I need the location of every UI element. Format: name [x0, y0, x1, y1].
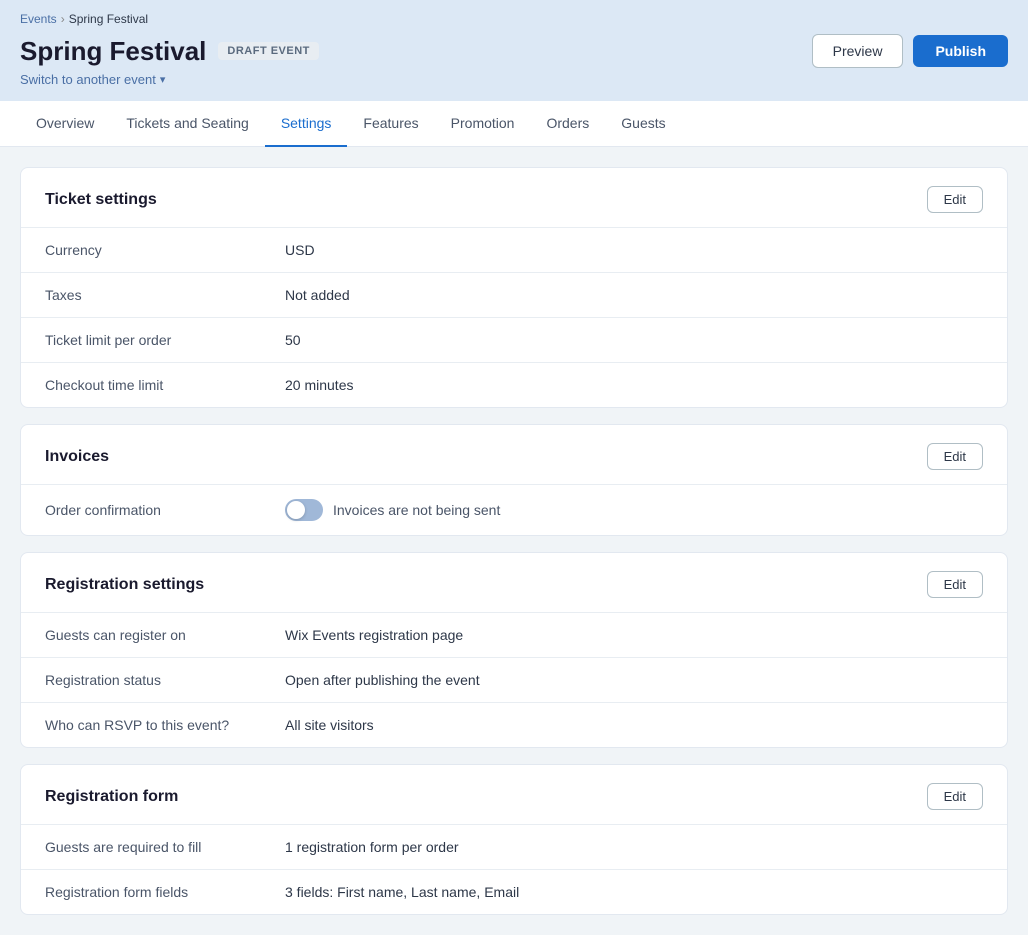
taxes-label: Taxes	[45, 287, 285, 303]
currency-value: USD	[285, 242, 315, 258]
currency-label: Currency	[45, 242, 285, 258]
header-left: Spring Festival DRAFT EVENT	[20, 36, 319, 67]
breadcrumb-current: Spring Festival	[69, 12, 148, 26]
chevron-down-icon: ▾	[160, 73, 166, 86]
switch-event-link[interactable]: Switch to another event ▾	[20, 72, 1008, 101]
tab-settings[interactable]: Settings	[265, 101, 348, 147]
tab-tickets-and-seating[interactable]: Tickets and Seating	[110, 101, 264, 147]
guests-register-on-label: Guests can register on	[45, 627, 285, 643]
registration-form-edit-button[interactable]: Edit	[927, 783, 983, 810]
registration-settings-title: Registration settings	[45, 576, 204, 594]
tab-promotion[interactable]: Promotion	[435, 101, 531, 147]
guests-fill-label: Guests are required to fill	[45, 839, 285, 855]
breadcrumb: Events › Spring Festival	[20, 12, 1008, 26]
form-fields-value: 3 fields: First name, Last name, Email	[285, 884, 519, 900]
main-content: Ticket settings Edit Currency USD Taxes …	[0, 147, 1028, 935]
table-row: Who can RSVP to this event? All site vis…	[21, 702, 1007, 747]
header-buttons: Preview Publish	[812, 34, 1008, 68]
ticket-settings-title: Ticket settings	[45, 191, 157, 209]
registration-settings-edit-button[interactable]: Edit	[927, 571, 983, 598]
rsvp-value: All site visitors	[285, 717, 374, 733]
publish-button[interactable]: Publish	[913, 35, 1008, 67]
ticket-limit-label: Ticket limit per order	[45, 332, 285, 348]
tab-features[interactable]: Features	[347, 101, 434, 147]
checkout-time-value: 20 minutes	[285, 377, 353, 393]
ticket-limit-value: 50	[285, 332, 301, 348]
checkout-time-label: Checkout time limit	[45, 377, 285, 393]
table-row: Taxes Not added	[21, 272, 1007, 317]
guests-register-on-value: Wix Events registration page	[285, 627, 463, 643]
tab-guests[interactable]: Guests	[605, 101, 681, 147]
invoices-status-text: Invoices are not being sent	[333, 502, 500, 518]
ticket-settings-card: Ticket settings Edit Currency USD Taxes …	[20, 167, 1008, 408]
table-row: Checkout time limit 20 minutes	[21, 362, 1007, 407]
table-row: Currency USD	[21, 227, 1007, 272]
invoice-toggle-wrap: Invoices are not being sent	[285, 499, 500, 521]
registration-form-card: Registration form Edit Guests are requir…	[20, 764, 1008, 915]
draft-badge: DRAFT EVENT	[218, 42, 319, 60]
registration-status-value: Open after publishing the event	[285, 672, 480, 688]
toggle-knob	[287, 501, 305, 519]
taxes-value: Not added	[285, 287, 350, 303]
header-top-row: Spring Festival DRAFT EVENT Preview Publ…	[20, 34, 1008, 68]
table-row: Registration status Open after publishin…	[21, 657, 1007, 702]
switch-event-label: Switch to another event	[20, 72, 156, 87]
tab-orders[interactable]: Orders	[530, 101, 605, 147]
table-row: Order confirmation Invoices are not bein…	[21, 484, 1007, 535]
registration-settings-card: Registration settings Edit Guests can re…	[20, 552, 1008, 748]
preview-button[interactable]: Preview	[812, 34, 904, 68]
ticket-settings-header: Ticket settings Edit	[21, 168, 1007, 227]
registration-form-header: Registration form Edit	[21, 765, 1007, 824]
event-title: Spring Festival	[20, 36, 206, 67]
invoices-title: Invoices	[45, 448, 109, 466]
registration-status-label: Registration status	[45, 672, 285, 688]
invoice-toggle[interactable]	[285, 499, 323, 521]
invoices-edit-button[interactable]: Edit	[927, 443, 983, 470]
breadcrumb-separator: ›	[61, 12, 65, 26]
nav-tabs: Overview Tickets and Seating Settings Fe…	[0, 101, 1028, 147]
table-row: Guests are required to fill 1 registrati…	[21, 824, 1007, 869]
rsvp-label: Who can RSVP to this event?	[45, 717, 285, 733]
page-header: Events › Spring Festival Spring Festival…	[0, 0, 1028, 101]
ticket-settings-edit-button[interactable]: Edit	[927, 186, 983, 213]
table-row: Registration form fields 3 fields: First…	[21, 869, 1007, 914]
order-confirmation-label: Order confirmation	[45, 502, 285, 518]
table-row: Guests can register on Wix Events regist…	[21, 612, 1007, 657]
table-row: Ticket limit per order 50	[21, 317, 1007, 362]
tab-overview[interactable]: Overview	[20, 101, 110, 147]
invoices-card: Invoices Edit Order confirmation Invoice…	[20, 424, 1008, 536]
registration-form-title: Registration form	[45, 788, 178, 806]
registration-settings-header: Registration settings Edit	[21, 553, 1007, 612]
invoices-header: Invoices Edit	[21, 425, 1007, 484]
breadcrumb-events[interactable]: Events	[20, 12, 57, 26]
guests-fill-value: 1 registration form per order	[285, 839, 459, 855]
form-fields-label: Registration form fields	[45, 884, 285, 900]
